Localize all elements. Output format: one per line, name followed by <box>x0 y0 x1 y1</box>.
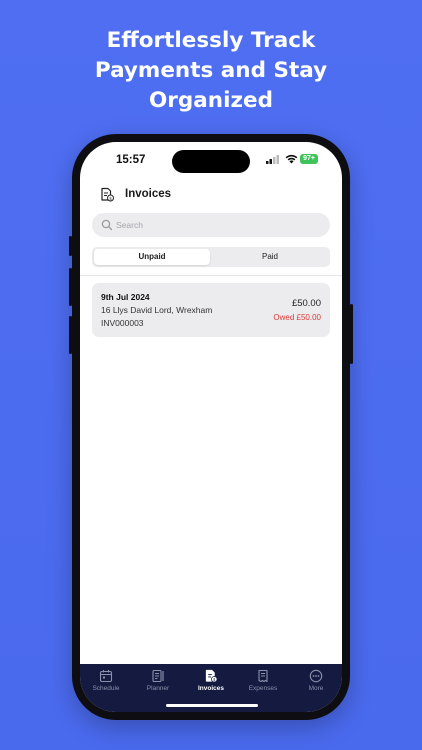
invoice-address: 16 Llys David Lord, Wrexham <box>101 305 213 315</box>
cellular-signal-icon <box>266 155 279 164</box>
phone-volume-up-button <box>69 268 72 306</box>
tab-paid[interactable]: Paid <box>212 249 328 265</box>
tab-planner[interactable]: Planner <box>133 669 183 692</box>
planner-icon <box>152 669 164 683</box>
tab-invoices[interactable]: $ Invoices <box>186 669 236 692</box>
tab-planner-label: Planner <box>146 685 170 692</box>
tab-schedule-label: Schedule <box>92 685 120 692</box>
status-time: 15:57 <box>116 154 146 166</box>
invoice-icon: $ <box>101 187 114 202</box>
tab-expenses-label: Expenses <box>248 685 278 692</box>
invoice-owed: Owed £50.00 <box>273 313 321 322</box>
calendar-icon <box>99 670 113 683</box>
more-icon <box>309 669 323 683</box>
tab-unpaid[interactable]: Unpaid <box>94 249 210 265</box>
tab-schedule[interactable]: Schedule <box>81 669 131 692</box>
headline-line-1: Effortlessly Track <box>106 28 316 53</box>
invoice-status-segmented-control: Unpaid Paid <box>92 247 330 267</box>
promo-headline: Effortlessly Track Payments and Stay Org… <box>0 26 422 116</box>
status-bar: 15:57 97+ <box>80 142 342 178</box>
battery-indicator: 97+ <box>300 154 318 164</box>
search-icon <box>101 219 113 231</box>
tab-expenses[interactable]: Expenses <box>238 669 288 692</box>
tab-invoices-label: Invoices <box>197 685 224 692</box>
svg-text:$: $ <box>109 196 112 202</box>
receipt-icon <box>258 669 268 683</box>
invoice-reference: INV000003 <box>101 318 144 328</box>
headline-line-3: Organized <box>149 88 273 113</box>
invoice-amount: £50.00 <box>291 298 321 309</box>
list-divider <box>80 275 342 276</box>
phone-volume-down-button <box>69 316 72 354</box>
home-indicator <box>166 704 258 707</box>
phone-power-button <box>350 304 353 364</box>
invoice-date: 9th Jul 2024 <box>101 292 150 302</box>
tab-more[interactable]: More <box>291 669 341 692</box>
search-input[interactable] <box>116 213 316 237</box>
invoice-icon: $ <box>205 669 218 683</box>
phone-screen: 15:57 97+ $ Invoices Search Unpaid Paid … <box>80 142 342 712</box>
svg-text:$: $ <box>213 677 216 682</box>
page-header: $ Invoices <box>100 186 330 206</box>
page-title: Invoices <box>125 188 172 200</box>
phone-action-button <box>69 236 72 256</box>
headline-line-2: Payments and Stay <box>94 58 328 83</box>
wifi-icon <box>285 154 298 164</box>
tab-more-label: More <box>308 685 324 692</box>
invoice-card[interactable]: 9th Jul 2024 16 Llys David Lord, Wrexham… <box>92 283 330 337</box>
search-bar[interactable] <box>92 213 330 237</box>
dynamic-island <box>172 150 250 173</box>
